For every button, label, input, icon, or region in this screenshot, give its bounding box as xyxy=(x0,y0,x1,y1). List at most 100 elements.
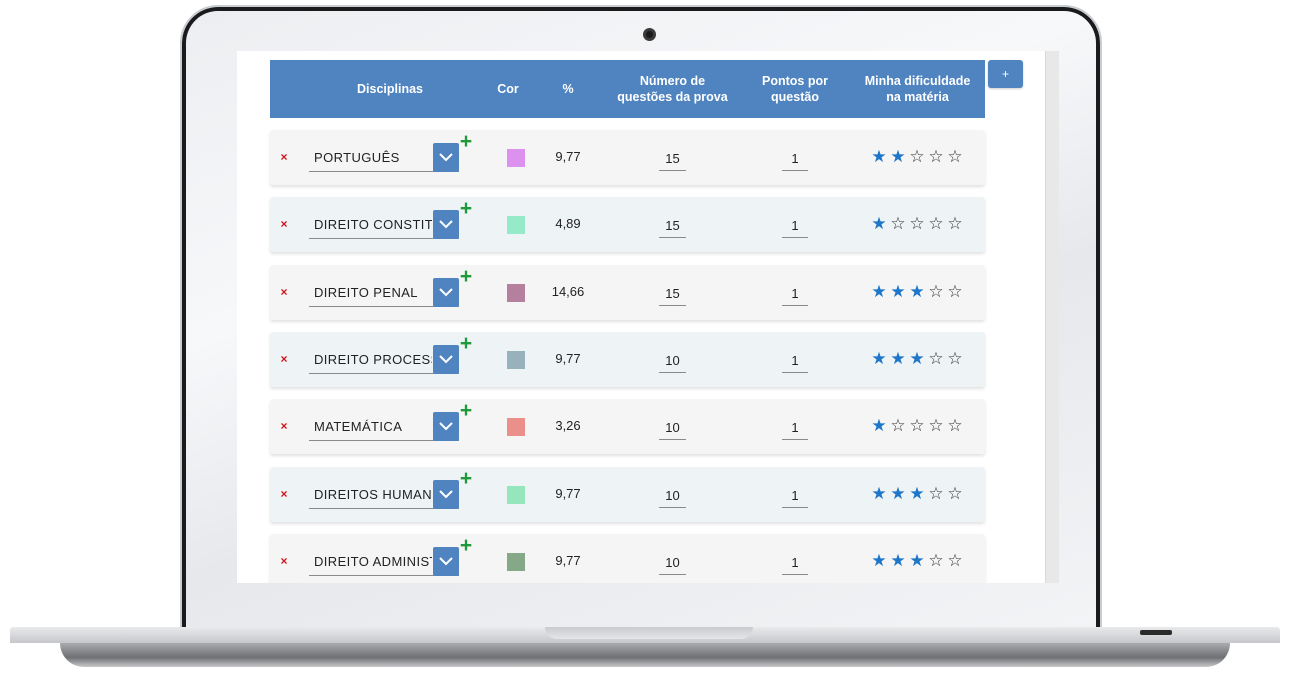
difficulty-rating[interactable]: ★ ★ ☆ ☆ ☆ xyxy=(870,147,966,167)
star-empty-icon[interactable]: ☆ xyxy=(946,349,964,369)
star-empty-icon[interactable]: ☆ xyxy=(889,416,907,436)
star-filled-icon[interactable]: ★ xyxy=(870,147,888,167)
subject-select[interactable]: DIREITO ADMINISTRATIVO xyxy=(309,547,459,576)
questions-input[interactable]: 10 xyxy=(659,414,686,440)
subject-select[interactable]: DIREITOS HUMANOS xyxy=(309,480,459,509)
add-subject-icon[interactable]: + xyxy=(458,198,474,219)
star-empty-icon[interactable]: ☆ xyxy=(927,551,945,571)
questions-input[interactable]: 15 xyxy=(659,212,686,238)
color-swatch[interactable] xyxy=(507,284,525,302)
questions-input[interactable]: 10 xyxy=(659,347,686,373)
remove-row-icon[interactable]: × xyxy=(278,216,290,232)
star-empty-icon[interactable]: ☆ xyxy=(946,416,964,436)
difficulty-rating[interactable]: ★ ☆ ☆ ☆ ☆ xyxy=(870,214,966,234)
subject-name: MATEMÁTICA xyxy=(314,419,403,434)
add-subject-icon[interactable]: + xyxy=(458,468,474,489)
star-empty-icon[interactable]: ☆ xyxy=(946,551,964,571)
difficulty-rating[interactable]: ★ ★ ★ ☆ ☆ xyxy=(870,484,966,504)
star-empty-icon[interactable]: ☆ xyxy=(908,416,926,436)
questions-input[interactable]: 10 xyxy=(659,549,686,575)
points-input[interactable]: 1 xyxy=(782,482,808,508)
star-filled-icon[interactable]: ★ xyxy=(889,551,907,571)
remove-row-icon[interactable]: × xyxy=(278,149,290,165)
chevron-down-icon[interactable] xyxy=(433,547,459,576)
star-empty-icon[interactable]: ☆ xyxy=(908,214,926,234)
star-filled-icon[interactable]: ★ xyxy=(889,484,907,504)
difficulty-rating[interactable]: ★ ★ ★ ☆ ☆ xyxy=(870,551,966,571)
star-filled-icon[interactable]: ★ xyxy=(870,416,888,436)
star-filled-icon[interactable]: ★ xyxy=(870,349,888,369)
color-swatch[interactable] xyxy=(507,351,525,369)
questions-input[interactable]: 10 xyxy=(659,482,686,508)
header-dificuldade: Minha dificuldade na matéria xyxy=(855,60,980,118)
star-empty-icon[interactable]: ☆ xyxy=(946,282,964,302)
points-input[interactable]: 1 xyxy=(782,145,808,171)
star-empty-icon[interactable]: ☆ xyxy=(927,349,945,369)
remove-row-icon[interactable]: × xyxy=(278,351,290,367)
star-empty-icon[interactable]: ☆ xyxy=(946,147,964,167)
star-filled-icon[interactable]: ★ xyxy=(889,349,907,369)
points-input[interactable]: 1 xyxy=(782,280,808,306)
star-filled-icon[interactable]: ★ xyxy=(889,282,907,302)
points-input[interactable]: 1 xyxy=(782,347,808,373)
star-empty-icon[interactable]: ☆ xyxy=(927,147,945,167)
star-filled-icon[interactable]: ★ xyxy=(870,484,888,504)
chevron-down-icon[interactable] xyxy=(433,412,459,441)
points-input[interactable]: 1 xyxy=(782,414,808,440)
star-filled-icon[interactable]: ★ xyxy=(870,282,888,302)
star-filled-icon[interactable]: ★ xyxy=(908,282,926,302)
subject-select[interactable]: PORTUGUÊS xyxy=(309,143,459,172)
star-empty-icon[interactable]: ☆ xyxy=(946,484,964,504)
star-empty-icon[interactable]: ☆ xyxy=(927,484,945,504)
star-filled-icon[interactable]: ★ xyxy=(908,551,926,571)
star-empty-icon[interactable]: ☆ xyxy=(927,214,945,234)
points-input[interactable]: 1 xyxy=(782,549,808,575)
star-empty-icon[interactable]: ☆ xyxy=(927,282,945,302)
add-subject-icon[interactable]: + xyxy=(458,333,474,354)
star-filled-icon[interactable]: ★ xyxy=(889,147,907,167)
remove-row-icon[interactable]: × xyxy=(278,284,290,300)
remove-row-icon[interactable]: × xyxy=(278,418,290,434)
chevron-down-icon[interactable] xyxy=(433,480,459,509)
chevron-down-icon[interactable] xyxy=(433,143,459,172)
points-input[interactable]: 1 xyxy=(782,212,808,238)
add-subject-icon[interactable]: + xyxy=(458,131,474,152)
difficulty-rating[interactable]: ★ ☆ ☆ ☆ ☆ xyxy=(870,416,966,436)
difficulty-rating[interactable]: ★ ★ ★ ☆ ☆ xyxy=(870,282,966,302)
questions-input[interactable]: 15 xyxy=(659,280,686,306)
star-empty-icon[interactable]: ☆ xyxy=(927,416,945,436)
add-subject-icon[interactable]: + xyxy=(458,535,474,556)
star-filled-icon[interactable]: ★ xyxy=(870,214,888,234)
chevron-down-icon[interactable] xyxy=(433,210,459,239)
subject-select[interactable]: DIREITO PROCESSUAL xyxy=(309,345,459,374)
subject-select[interactable]: DIREITO PENAL xyxy=(309,278,459,307)
screen: Disciplinas Cor % Número de questões da … xyxy=(237,51,1059,583)
subject-select[interactable]: DIREITO CONSTITUCIONAL xyxy=(309,210,459,239)
star-empty-icon[interactable]: ☆ xyxy=(946,214,964,234)
color-swatch[interactable] xyxy=(507,553,525,571)
add-row-button[interactable]: + xyxy=(988,60,1023,88)
scrollbar[interactable] xyxy=(1045,51,1059,583)
chevron-down-icon[interactable] xyxy=(433,345,459,374)
star-empty-icon[interactable]: ☆ xyxy=(889,214,907,234)
subject-select[interactable]: MATEMÁTICA xyxy=(309,412,459,441)
color-swatch[interactable] xyxy=(507,486,525,504)
star-filled-icon[interactable]: ★ xyxy=(908,484,926,504)
color-swatch[interactable] xyxy=(507,216,525,234)
questions-input[interactable]: 15 xyxy=(659,145,686,171)
subject-name: DIREITO ADMINISTRATIVO xyxy=(314,554,432,569)
add-subject-icon[interactable]: + xyxy=(458,266,474,287)
table-row: ×DIREITO ADMINISTRATIVO+9,77101★★★☆☆ xyxy=(270,534,985,583)
header-percent: % xyxy=(562,82,574,96)
color-swatch[interactable] xyxy=(507,418,525,436)
chevron-down-icon[interactable] xyxy=(433,278,459,307)
star-empty-icon[interactable]: ☆ xyxy=(908,147,926,167)
star-filled-icon[interactable]: ★ xyxy=(870,551,888,571)
remove-row-icon[interactable]: × xyxy=(278,486,290,502)
percent-value: 14,66 xyxy=(551,284,585,299)
difficulty-rating[interactable]: ★ ★ ★ ☆ ☆ xyxy=(870,349,966,369)
star-filled-icon[interactable]: ★ xyxy=(908,349,926,369)
remove-row-icon[interactable]: × xyxy=(278,553,290,569)
color-swatch[interactable] xyxy=(507,149,525,167)
add-subject-icon[interactable]: + xyxy=(458,400,474,421)
